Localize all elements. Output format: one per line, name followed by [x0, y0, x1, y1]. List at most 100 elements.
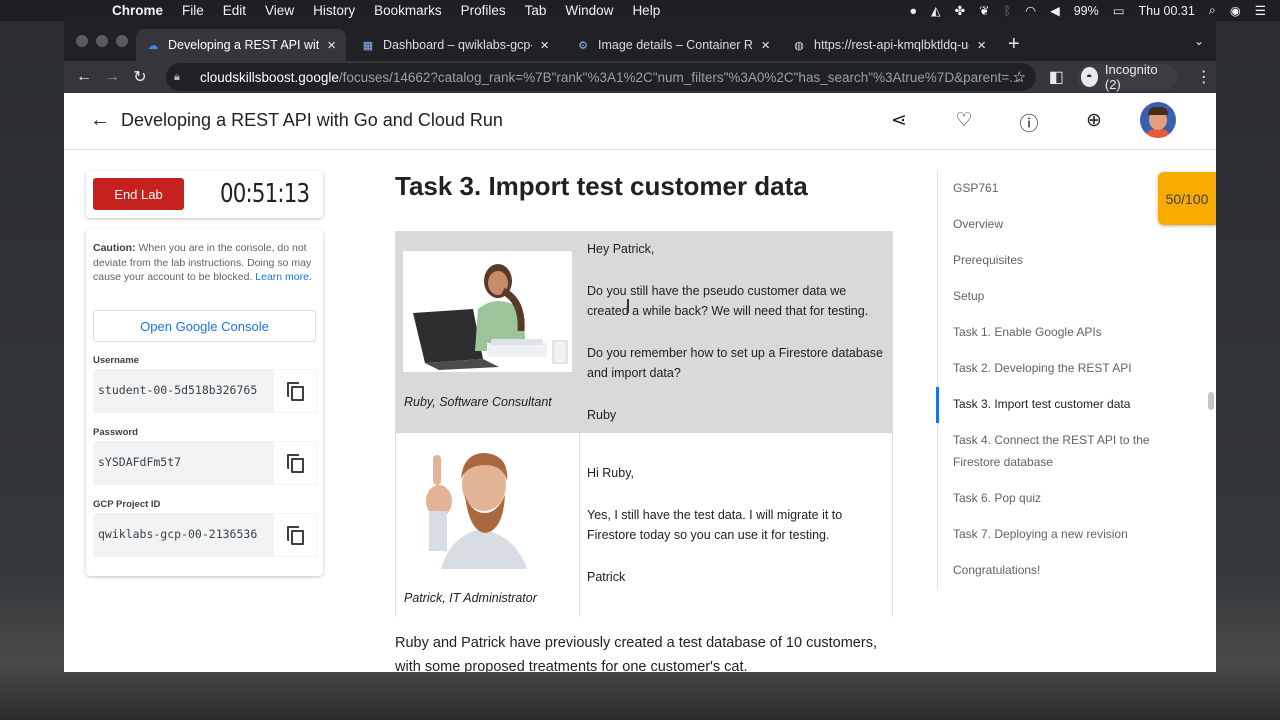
clock[interactable]: Thu 00.31 [1139, 4, 1195, 18]
reload-icon[interactable]: ↻ [126, 63, 154, 91]
google-cloud-icon: ☁ [147, 39, 159, 52]
tab-title: Dashboard – qwiklabs-gcp-00 [383, 38, 533, 52]
browser-toolbar: ← → ↻ 🔒︎ cloudskillsboost.google /focuse… [64, 61, 1216, 93]
close-tab-icon[interactable]: × [761, 37, 770, 54]
volume-icon[interactable]: ◀ [1050, 3, 1060, 18]
browser-tab-dashboard[interactable]: ▦ Dashboard – qwiklabs-gcp-00 × [351, 29, 559, 61]
battery-icon[interactable]: ▭ [1113, 3, 1125, 18]
username-label: Username [93, 355, 139, 366]
new-tab-icon[interactable]: + [1008, 33, 1020, 56]
toc-item-overview[interactable]: Overview [953, 213, 1163, 235]
sync-icon[interactable]: ✤ [955, 3, 965, 18]
menu-bookmarks[interactable]: Bookmarks [374, 3, 442, 18]
tab-title: Image details – Container Regi [598, 38, 754, 52]
toc-item-prerequisites[interactable]: Prerequisites [953, 249, 1163, 271]
patrick-illustration [411, 443, 553, 569]
menu-history[interactable]: History [313, 3, 355, 18]
ruby-message-row: Ruby, Software Consultant Hey Patrick, D… [396, 232, 892, 433]
menu-help[interactable]: Help [632, 3, 660, 18]
menu-file[interactable]: File [182, 3, 204, 18]
project-id-label: GCP Project ID [93, 499, 161, 510]
toc-item-gsp761[interactable]: GSP761 [953, 177, 1163, 199]
ruby-photo [403, 251, 572, 372]
project-id-field[interactable]: qwiklabs-gcp-00-2136536 [93, 513, 317, 557]
copy-username-button[interactable] [273, 369, 317, 413]
lab-header: ← Developing a REST API with Go and Clou… [64, 93, 1216, 150]
incognito-icon: ◓ [1080, 67, 1098, 87]
container-registry-icon: ⚙ [578, 39, 588, 52]
compass-icon[interactable]: ◭ [931, 3, 941, 18]
toc-item-task-7[interactable]: Task 7. Deploying a new revision [953, 523, 1163, 545]
toc-item-setup[interactable]: Setup [953, 285, 1163, 307]
url-host: cloudskillsboost.google [200, 69, 339, 85]
toc-item-task-3[interactable]: Task 3. Import test customer data [953, 393, 1163, 415]
bookmark-star-icon[interactable]: ☆ [1013, 68, 1026, 86]
tab-strip: ☁ Developing a REST API with Go × ▦ Dash… [64, 21, 1216, 61]
toc-item-congratulations[interactable]: Congratulations! [953, 559, 1163, 581]
toc-item-task-6[interactable]: Task 6. Pop quiz [953, 487, 1163, 509]
record-icon[interactable]: ● [909, 4, 917, 18]
learn-more-link[interactable]: Learn more. [255, 271, 312, 283]
menu-tab[interactable]: Tab [525, 3, 547, 18]
help-icon[interactable]: ⓘ [1017, 109, 1041, 136]
close-tab-icon[interactable]: × [327, 37, 336, 54]
tab-title: https://rest-api-kmqlbktldq-uc [814, 38, 970, 52]
patrick-message-row: Patrick, IT Administrator Hi Ruby, Yes, … [396, 433, 892, 617]
wifi-icon[interactable]: ◠ [1025, 3, 1036, 18]
close-window-button[interactable] [76, 35, 88, 47]
copy-password-button[interactable] [273, 441, 317, 485]
open-google-console-button[interactable]: Open Google Console [93, 310, 316, 342]
lock-icon[interactable]: 🔒︎ [174, 71, 188, 84]
menu-view[interactable]: View [265, 3, 294, 18]
bluetooth-icon[interactable]: ᛒ [1004, 4, 1012, 18]
menubar-status-area: ● ◭ ✤ ❦ ᛒ ◠ ◀ 99% ▭ Thu 00.31 ⌕ ◉ ☰ [909, 0, 1280, 21]
minimize-window-button[interactable] [96, 35, 108, 47]
spotlight-search-icon[interactable]: ⌕ [1209, 3, 1216, 18]
plant-icon[interactable]: ❦ [979, 3, 989, 18]
caution-notice: Caution: When you are in the console, do… [93, 241, 321, 285]
tab-search-chevron-icon[interactable]: ⌄ [1194, 34, 1204, 48]
patrick-caption: Patrick, IT Administrator [404, 591, 537, 605]
task-heading: Task 3. Import test customer data [395, 171, 808, 201]
end-lab-button[interactable]: End Lab [93, 178, 184, 210]
siri-icon[interactable]: ◉ [1230, 3, 1241, 18]
browser-tab-active[interactable]: ☁ Developing a REST API with Go × [136, 29, 346, 61]
control-center-icon[interactable]: ☰ [1255, 3, 1266, 18]
language-globe-icon[interactable]: ⊕ [1082, 109, 1106, 132]
menu-edit[interactable]: Edit [223, 3, 246, 18]
page-scrollbar[interactable] [1206, 150, 1216, 672]
copy-icon [286, 525, 304, 545]
side-panel-icon[interactable]: ◧ [1044, 63, 1069, 91]
chrome-menu-icon[interactable]: ⋮ [1191, 63, 1216, 91]
toc-item-task-2[interactable]: Task 2. Developing the REST API [953, 357, 1163, 379]
toc-item-task-4[interactable]: Task 4. Connect the REST API to the Fire… [953, 429, 1163, 473]
scrollbar-thumb[interactable] [1208, 392, 1214, 410]
close-tab-icon[interactable]: × [540, 37, 549, 54]
lab-timer: 00:51:13 [220, 179, 310, 209]
browser-tab-rest-api[interactable]: ◍ https://rest-api-kmqlbktldq-uc × [782, 29, 996, 61]
close-tab-icon[interactable]: × [977, 37, 986, 54]
copy-project-id-button[interactable] [273, 513, 317, 557]
menu-profiles[interactable]: Profiles [461, 3, 506, 18]
user-avatar[interactable] [1140, 102, 1176, 138]
username-value[interactable]: student-00-5d518b326765 [98, 383, 263, 397]
zoom-window-button[interactable] [116, 35, 128, 47]
favorite-heart-icon[interactable]: ♡ [952, 109, 976, 132]
incognito-button[interactable]: ◓ Incognito (2) [1076, 62, 1178, 92]
back-arrow-icon[interactable]: ← [90, 109, 110, 132]
share-icon[interactable]: ⋖ [887, 109, 911, 132]
menu-window[interactable]: Window [565, 3, 613, 18]
address-bar[interactable]: 🔒︎ cloudskillsboost.google /focuses/1466… [166, 63, 1036, 91]
password-field[interactable]: sYSDAFdFm5t7 [93, 441, 317, 485]
patrick-paragraph-1: Yes, I still have the test data. I will … [587, 508, 843, 542]
back-icon[interactable]: ← [70, 63, 98, 91]
forward-icon[interactable]: → [98, 63, 126, 91]
project-id-value[interactable]: qwiklabs-gcp-00-2136536 [98, 527, 263, 541]
menu-app-name[interactable]: Chrome [112, 3, 163, 18]
copy-icon [286, 381, 304, 401]
toc-item-task-1[interactable]: Task 1. Enable Google APIs [953, 321, 1163, 343]
chrome-window: ☁ Developing a REST API with Go × ▦ Dash… [64, 21, 1216, 672]
browser-tab-image-details[interactable]: ⚙ Image details – Container Regi × [566, 29, 780, 61]
password-value[interactable]: sYSDAFdFm5t7 [98, 455, 263, 469]
username-field[interactable]: student-00-5d518b326765 [93, 369, 317, 413]
